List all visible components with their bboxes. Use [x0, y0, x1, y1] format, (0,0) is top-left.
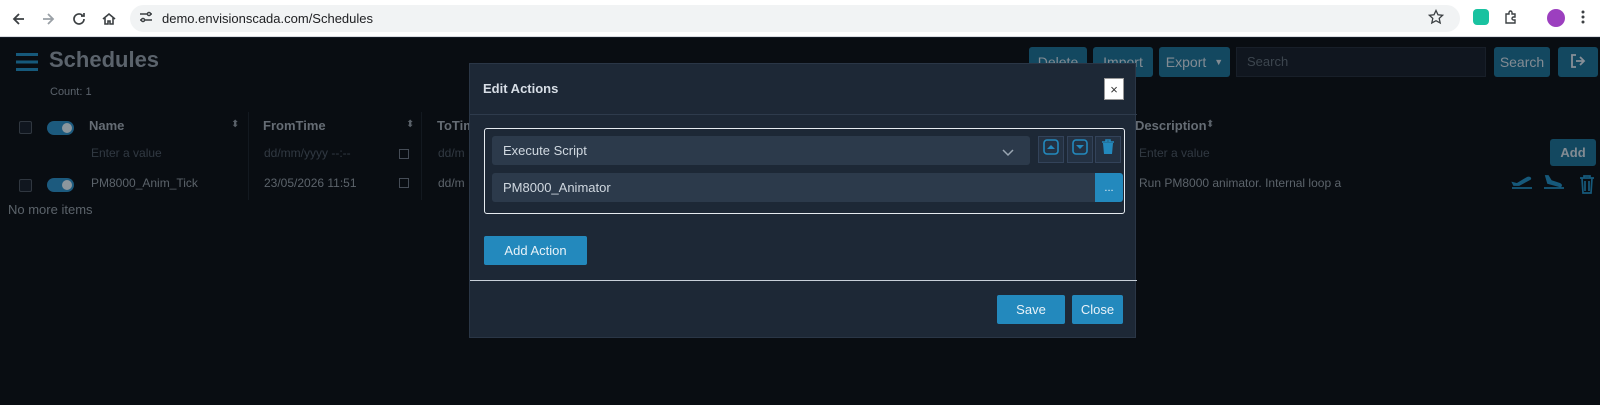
header-divider: [470, 114, 1137, 115]
home-icon[interactable]: [98, 8, 120, 30]
add-action-button[interactable]: Add Action: [484, 236, 587, 265]
action-type-value: Execute Script: [503, 143, 587, 158]
extension-icon[interactable]: [1473, 9, 1489, 25]
extensions-puzzle-icon[interactable]: [1503, 9, 1519, 30]
script-name-field[interactable]: PM8000_Animator: [492, 173, 1095, 202]
back-icon[interactable]: [8, 8, 30, 30]
dialog-title: Edit Actions: [483, 81, 559, 96]
site-info-icon[interactable]: [139, 10, 153, 29]
move-up-icon: [1043, 139, 1059, 160]
close-button[interactable]: Close: [1072, 295, 1123, 324]
trash-icon: [1101, 139, 1115, 160]
move-down-icon: [1072, 139, 1088, 160]
close-icon[interactable]: ×: [1104, 78, 1124, 100]
url-text: demo.envisionscada.com/Schedules: [162, 11, 374, 26]
forward-icon[interactable]: [37, 8, 59, 30]
move-down-button[interactable]: [1067, 136, 1093, 163]
delete-action-button[interactable]: [1095, 136, 1121, 163]
move-up-button[interactable]: [1038, 136, 1064, 163]
bookmark-star-icon[interactable]: [1427, 8, 1445, 30]
chevron-down-icon: [1002, 144, 1014, 162]
footer-divider: [470, 280, 1137, 281]
browser-menu-icon[interactable]: [1581, 9, 1585, 30]
profile-avatar[interactable]: [1547, 9, 1565, 27]
reload-icon[interactable]: [68, 8, 90, 30]
edit-actions-dialog: Edit Actions × Execute Script PM8000_Ani…: [469, 63, 1137, 338]
action-item: Execute Script PM8000_Animator ...: [484, 128, 1125, 214]
save-button[interactable]: Save: [997, 295, 1065, 324]
browse-script-button[interactable]: ...: [1095, 173, 1123, 202]
action-type-select[interactable]: Execute Script: [492, 136, 1030, 165]
browser-toolbar: demo.envisionscada.com/Schedules: [0, 0, 1600, 37]
